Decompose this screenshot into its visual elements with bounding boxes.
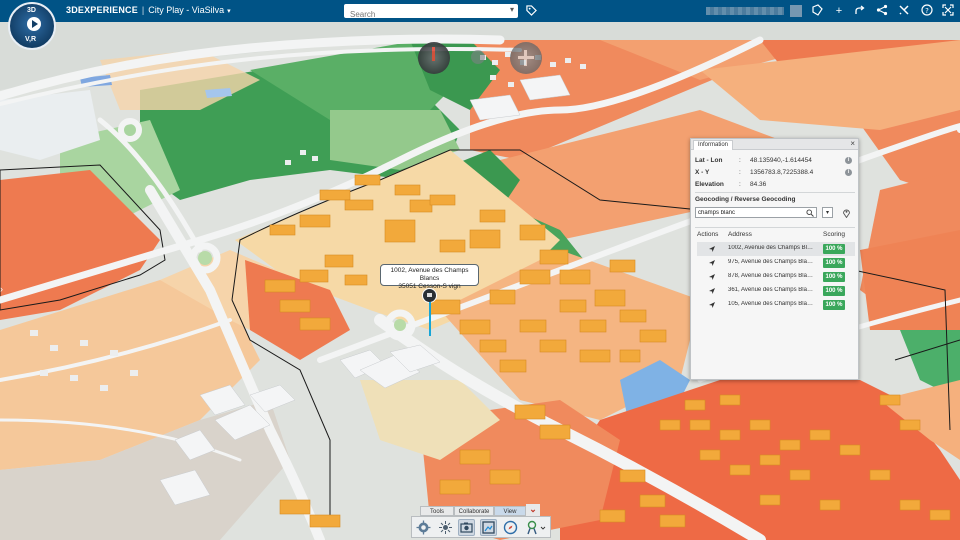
table-row[interactable]: 1002, Avenue des Champs Blancs 100 % — [697, 242, 855, 256]
avatar[interactable] — [790, 5, 802, 17]
field-separator: : — [739, 157, 741, 164]
navigate-arrow-icon[interactable] — [708, 273, 716, 281]
fullscreen-icon[interactable] — [941, 4, 955, 18]
compass-vr-label: V,R — [25, 36, 37, 43]
result-score: 100 % — [823, 258, 845, 268]
app-title: 3DEXPERIENCE | City Play - ViaSilva ▾ — [66, 5, 231, 15]
bookmark-icon[interactable] — [810, 4, 824, 18]
result-score: 100 % — [823, 244, 845, 254]
north-needle-icon — [432, 47, 435, 61]
tab-tools[interactable]: Tools — [420, 506, 454, 516]
table-row[interactable]: 878, Avenue des Champs Blancs 100 % — [697, 270, 855, 284]
compass-logo[interactable]: 3D V,R — [8, 2, 56, 50]
tab-collaborate[interactable]: Collaborate — [454, 506, 494, 516]
divider — [695, 192, 855, 193]
compass-icon[interactable] — [502, 519, 519, 536]
field-label: X - Y — [695, 169, 710, 176]
result-address: 975, Avenue des Champs Blancs — [728, 259, 816, 265]
result-address: 361, Avenue des Champs Blancs — [728, 287, 816, 293]
navigate-arrow-icon[interactable] — [708, 259, 716, 267]
svg-text:?: ? — [925, 7, 929, 15]
network-icon[interactable] — [875, 4, 889, 18]
top-bar: 3DEXPERIENCE|City Play - ViaSilva▾ ▾ + ? — [0, 0, 960, 22]
field-separator: : — [739, 181, 741, 188]
table-row[interactable]: 975, Avenue des Champs Blancs 100 % — [697, 256, 855, 270]
result-score: 100 % — [823, 272, 845, 282]
panel-header: Information × — [691, 139, 858, 150]
sun-icon[interactable] — [437, 519, 454, 536]
results-header: Actions Address Scoring — [697, 231, 852, 240]
callout-line1: 1002, Avenue des Champs Blancs — [390, 267, 469, 282]
result-score: 100 % — [823, 286, 845, 296]
table-row[interactable]: 361, Avenue des Champs Blancs 100 % — [697, 284, 855, 298]
information-panel[interactable]: Information × Lat - Lon : 48.135940,-1.6… — [690, 138, 859, 380]
close-icon[interactable]: × — [850, 139, 855, 148]
app-name[interactable]: City Play - ViaSilva — [148, 5, 224, 15]
address-callout[interactable]: 1002, Avenue des Champs Blancs 35051 Ces… — [380, 264, 479, 290]
pan-control[interactable] — [510, 42, 542, 74]
pin-stem — [429, 302, 431, 336]
frame-icon[interactable] — [480, 519, 497, 536]
chevron-down-icon[interactable]: ▾ — [510, 5, 514, 14]
field-value: 48.135940,-1.614454 — [750, 157, 812, 164]
result-score: 100 % — [823, 300, 845, 310]
tools-icon[interactable] — [897, 4, 911, 18]
measure-icon[interactable] — [525, 519, 546, 536]
search-input[interactable] — [344, 7, 494, 22]
zoom-control[interactable] — [471, 50, 485, 64]
chevron-down-icon[interactable]: ▾ — [227, 8, 231, 15]
info-icon[interactable]: i — [845, 157, 852, 164]
chevron-down-icon[interactable]: ▾ — [822, 207, 833, 218]
column-scoring: Scoring — [823, 231, 846, 238]
result-address: 105, Avenue des Champs Blancs — [728, 301, 816, 307]
results-list: 1002, Avenue des Champs Blancs 100 % 975… — [697, 242, 855, 312]
navigate-arrow-icon[interactable] — [708, 301, 716, 309]
search-icon[interactable] — [806, 209, 814, 217]
search-box[interactable]: ▾ — [344, 4, 518, 22]
add-icon[interactable]: + — [832, 4, 846, 18]
tab-information[interactable]: Information — [693, 140, 734, 150]
camera-icon[interactable] — [458, 519, 475, 536]
map-pin-icon[interactable] — [842, 208, 851, 218]
result-address: 878, Avenue des Champs Blancs — [728, 273, 816, 279]
share-icon[interactable] — [853, 4, 867, 18]
compass-rose-control[interactable] — [418, 42, 450, 74]
divider — [695, 227, 855, 228]
expand-left-panel-icon[interactable]: › — [0, 280, 8, 298]
chevron-down-icon[interactable]: ⌄ — [526, 504, 540, 516]
location-pin-icon[interactable] — [422, 288, 437, 303]
geocoding-search-box[interactable] — [695, 207, 817, 218]
navigate-arrow-icon[interactable] — [708, 287, 716, 295]
user-name-redacted — [706, 7, 784, 15]
result-address: 1002, Avenue des Champs Blancs — [728, 245, 816, 251]
navigate-icon[interactable] — [415, 519, 432, 536]
field-label: Lat - Lon — [695, 157, 723, 164]
column-address: Address — [728, 231, 752, 238]
geocoding-title: Geocoding / Reverse Geocoding — [695, 196, 796, 203]
info-icon[interactable]: i — [845, 169, 852, 176]
action-toolbar — [411, 516, 551, 538]
field-value: 1356783.8,7225388.4 — [750, 169, 814, 176]
field-value: 84.36 — [750, 181, 767, 188]
column-actions: Actions — [697, 231, 719, 238]
title-separator: | — [141, 5, 145, 15]
help-icon[interactable]: ? — [920, 4, 934, 18]
field-label: Elevation — [695, 181, 724, 188]
table-row[interactable]: 105, Avenue des Champs Blancs 100 % — [697, 298, 855, 312]
compass-3d-label: 3D — [27, 7, 36, 14]
navigate-arrow-icon[interactable] — [708, 245, 716, 253]
pan-vertical-icon — [524, 50, 527, 66]
brand-name: 3DEXPERIENCE — [66, 5, 138, 15]
play-icon[interactable] — [27, 17, 41, 31]
tag-icon[interactable] — [526, 5, 537, 16]
field-separator: : — [739, 169, 741, 176]
geocoding-search-input[interactable] — [696, 208, 804, 217]
tab-view[interactable]: View — [494, 506, 526, 516]
